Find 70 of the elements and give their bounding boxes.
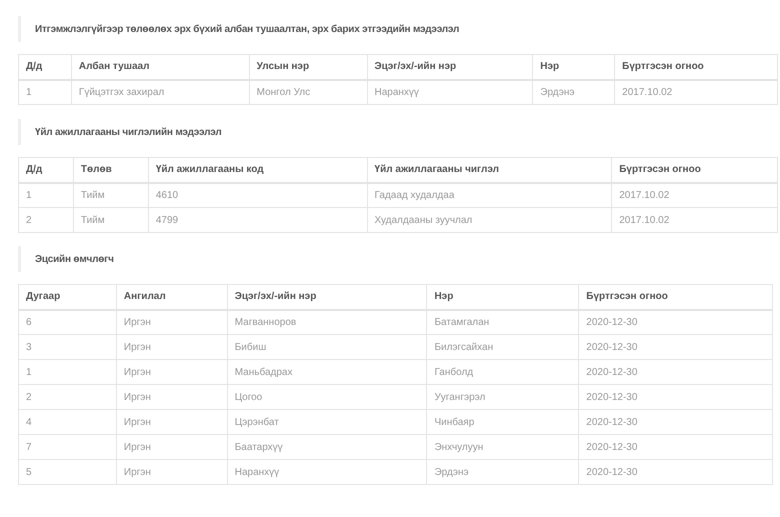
table-cell: Бибиш (227, 334, 427, 360)
section-heading: Эцсийн өмчлөгч (35, 254, 114, 265)
table-cell: Энхчулуун (426, 434, 579, 460)
table-cell: Тийм (73, 182, 148, 208)
table-cell: 2017.10.02 (612, 182, 778, 208)
table-cell: 2 (18, 384, 116, 410)
table-cell: 3 (18, 334, 116, 360)
table-cell: Уугангэрэл (426, 384, 579, 410)
table-cell: Эрдэнэ (426, 460, 579, 484)
table-cell: Чинбаяр (426, 410, 579, 434)
table-cell: Баатархүү (227, 434, 427, 460)
table-cell: 2 (18, 208, 74, 232)
table-cell: Наранхүү (227, 460, 427, 484)
table-cell: 2020-12-30 (578, 310, 772, 334)
column-header: Д/д (18, 158, 74, 182)
table-cell: Гүйцэтгэх захирал (71, 80, 250, 104)
table-cell: Худалдааны зуучлал (367, 208, 612, 232)
table-cell: 2020-12-30 (578, 384, 772, 410)
table-cell: Гадаад худалдаа (367, 182, 612, 208)
column-header: Ангилал (116, 284, 228, 310)
table-cell: Наранхүү (367, 80, 533, 104)
table-cell: 2017.10.02 (612, 208, 778, 232)
table-cell: Эрдэнэ (532, 80, 615, 104)
table-cell: Иргэн (116, 384, 228, 410)
table-cell: 6 (18, 310, 116, 334)
table-cell: Иргэн (116, 434, 228, 460)
table-cell: 1 (18, 182, 74, 208)
table-cell: 2020-12-30 (578, 360, 772, 384)
column-header: Албан тушаал (71, 54, 250, 80)
table-cell: Иргэн (116, 460, 228, 484)
table-cell: 1 (18, 360, 116, 384)
table-cell: 1 (18, 80, 72, 104)
table-cell: 4610 (148, 182, 368, 208)
table-cell: Билэгсайхан (426, 334, 579, 360)
table-cell: Маньбадрах (227, 360, 427, 384)
column-header: Улсын нэр (249, 54, 367, 80)
column-header: Д/д (18, 54, 72, 80)
table-cell: 2020-12-30 (578, 410, 772, 434)
column-header: Нэр (426, 284, 579, 310)
table-cell: 2020-12-30 (578, 434, 772, 460)
table-cell: Батамгалан (426, 310, 579, 334)
table-cell: Иргэн (116, 360, 228, 384)
column-header: Нэр (532, 54, 615, 80)
table-cell: 4799 (148, 208, 368, 232)
table-cell: Цогоо (227, 384, 427, 410)
table-cell: Монгол Улс (249, 80, 367, 104)
table-cell: 2017.10.02 (614, 80, 778, 104)
table-cell: Цэрэнбат (227, 410, 427, 434)
column-header: Эцэг/эх/-ийн нэр (367, 54, 533, 80)
table-cell: 5 (18, 460, 116, 484)
column-header: Эцэг/эх/-ийн нэр (227, 284, 427, 310)
column-header: Үйл ажиллагааны чиглэл (367, 158, 612, 182)
table-cell: Тийм (73, 208, 148, 232)
table-cell: 2020-12-30 (578, 460, 772, 484)
column-header: Бүртгэсэн огноо (612, 158, 778, 182)
table-cell: Ганболд (426, 360, 579, 384)
column-header: Төлөв (73, 158, 148, 182)
table-cell: 4 (18, 410, 116, 434)
table-cell: 7 (18, 434, 116, 460)
table-cell: Иргэн (116, 310, 228, 334)
table-cell: Магванноров (227, 310, 427, 334)
table-cell: 2020-12-30 (578, 334, 772, 360)
section-heading: Үйл ажиллагааны чиглэлийн мэдээлэл (35, 127, 222, 138)
table-cell: Иргэн (116, 410, 228, 434)
section-heading: Итгэмжлэлгүйгээр төлөөлөх эрх бүхий албан тушаалтан, эрх барих этгээдийн мэдээлэл (35, 24, 460, 35)
column-header: Дугаар (18, 284, 116, 310)
column-header: Бүртгэсэн огноо (578, 284, 772, 310)
column-header: Үйл ажиллагааны код (148, 158, 368, 182)
table-cell: Иргэн (116, 334, 228, 360)
column-header: Бүртгэсэн огноо (614, 54, 778, 80)
